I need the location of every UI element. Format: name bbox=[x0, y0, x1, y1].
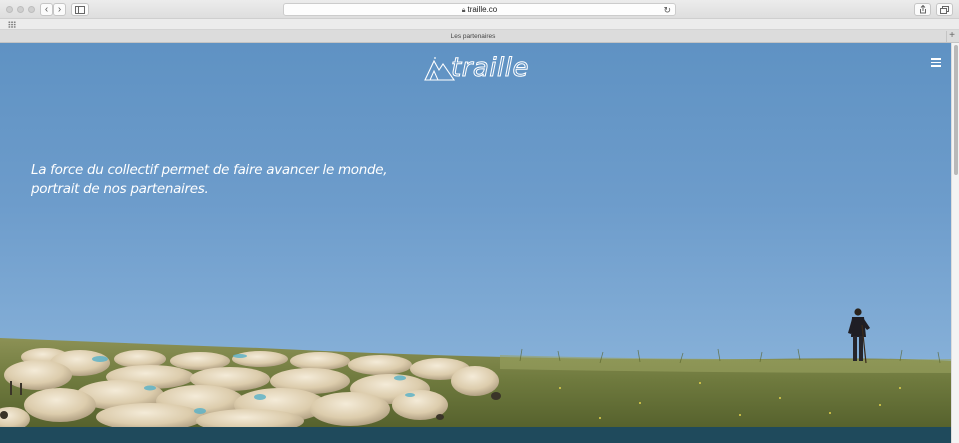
new-tab-button[interactable]: + bbox=[946, 31, 957, 42]
close-window-button[interactable] bbox=[6, 6, 13, 13]
page-scrollbar[interactable] bbox=[951, 43, 959, 443]
back-button[interactable]: ‹ bbox=[40, 3, 53, 16]
lock-icon: 🔒︎ bbox=[461, 7, 466, 14]
zoom-window-button[interactable] bbox=[28, 6, 35, 13]
tagline-line-2: portrait de nos partenaires. bbox=[31, 181, 209, 197]
tab-bar: Les partenaires + bbox=[0, 30, 959, 43]
traille-logo[interactable]: traille bbox=[424, 53, 538, 83]
share-button[interactable] bbox=[914, 3, 931, 16]
tagline-line-1: La force du collectif permet de faire av… bbox=[31, 162, 388, 178]
tab-les-partenaires[interactable]: Les partenaires bbox=[0, 30, 946, 43]
shepherd-figure bbox=[848, 308, 870, 364]
browser-toolbar: ‹ › 🔒︎ traille.co ↻ bbox=[0, 0, 959, 19]
hero-section: traille La force du collectif permet de … bbox=[0, 43, 951, 443]
share-icon bbox=[919, 4, 926, 14]
address-bar[interactable]: 🔒︎ traille.co ↻ bbox=[283, 3, 676, 16]
section-divider-band bbox=[0, 427, 951, 443]
address-url: traille.co bbox=[467, 5, 498, 14]
grid-icon[interactable] bbox=[8, 21, 16, 28]
menu-icon[interactable] bbox=[931, 58, 941, 67]
minimize-window-button[interactable] bbox=[17, 6, 24, 13]
hero-tagline: La force du collectif permet de faire av… bbox=[31, 161, 431, 199]
forward-button[interactable]: › bbox=[53, 3, 66, 16]
sidebar-icon bbox=[75, 6, 85, 14]
bookmarks-bar bbox=[0, 19, 959, 30]
reload-icon[interactable]: ↻ bbox=[663, 4, 671, 16]
scrollbar-thumb[interactable] bbox=[954, 45, 958, 175]
tabs-icon bbox=[940, 6, 949, 14]
hero-photo-sheep-meadow bbox=[0, 308, 951, 443]
logo-wordmark: traille bbox=[451, 53, 529, 83]
sidebar-toggle-button[interactable] bbox=[71, 3, 89, 16]
show-tabs-button[interactable] bbox=[936, 3, 953, 16]
